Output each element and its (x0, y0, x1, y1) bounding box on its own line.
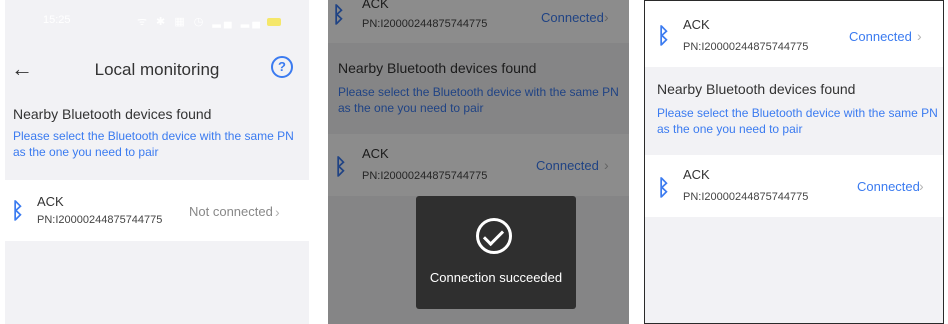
device-pn: PN:I20000244875744775 (37, 214, 163, 226)
status-bar: 15:25 ᯤ ✱ ▦ ◷ ▂▄ ▂▄ (5, 0, 309, 42)
device-pn: PN:I20000244875744775 (683, 41, 809, 53)
section-title: Nearby Bluetooth devices found (657, 81, 856, 97)
device-name: ACK (683, 167, 710, 182)
section-title: Nearby Bluetooth devices found (13, 106, 212, 122)
device-status: Connected (849, 29, 912, 44)
device-row[interactable]: ᛒ ACK PN:I20000244875744775 Not connecte… (5, 180, 309, 241)
screen-connecting: ᛒ ACK PN:I20000244875744775 Connected › … (328, 0, 629, 324)
battery-icon (267, 18, 281, 27)
screen-local-monitoring: 15:25 ᯤ ✱ ▦ ◷ ▂▄ ▂▄ ← Local monitoring ?… (5, 0, 309, 324)
chevron-right-icon: › (919, 178, 924, 194)
bluetooth-icon: ᛒ (11, 198, 25, 223)
status-icons: ᯤ ✱ ▦ ◷ ▂▄ ▂▄ (137, 14, 281, 29)
bluetooth-icon: ᛒ (657, 175, 671, 200)
page-title: Local monitoring (94, 60, 220, 79)
bluetooth-icon: ᛒ (657, 23, 671, 48)
connected-device-row[interactable]: ᛒ ACK PN:I20000244875744775 Connected › (645, 1, 943, 67)
help-icon[interactable]: ? (271, 56, 293, 78)
device-status: Connected (857, 179, 920, 194)
pairing-hint: Please select the Bluetooth device with … (657, 106, 938, 136)
device-name: ACK (683, 17, 710, 32)
device-status: Not connected (189, 204, 273, 219)
pairing-hint: Please select the Bluetooth device with … (13, 129, 294, 159)
chevron-right-icon: › (917, 28, 922, 44)
checkmark-icon (476, 218, 512, 254)
chevron-right-icon: › (275, 204, 280, 220)
toast-message: Connection succeeded (429, 270, 563, 285)
device-name: ACK (37, 194, 64, 209)
device-row[interactable]: ᛒ ACK PN:I20000244875744775 Connected › (645, 155, 943, 217)
success-toast: Connection succeeded (416, 196, 576, 309)
screen-connected: ᛒ ACK PN:I20000244875744775 Connected › … (644, 0, 944, 324)
device-pn: PN:I20000244875744775 (683, 191, 809, 203)
status-time: 15:25 (43, 14, 71, 26)
